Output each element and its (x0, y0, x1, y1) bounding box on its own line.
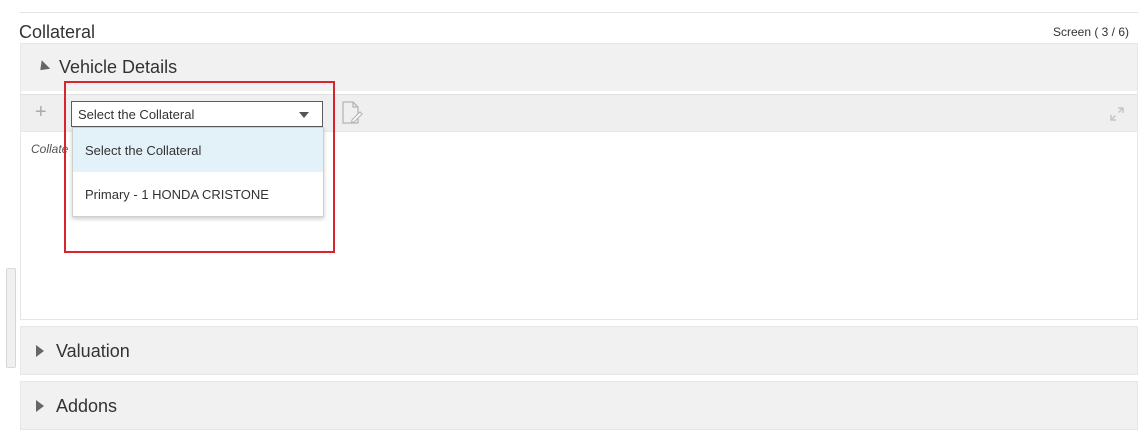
dropdown-option-primary-honda[interactable]: Primary - 1 HONDA CRISTONE (73, 172, 323, 216)
page-title: Collateral (19, 22, 96, 42)
collateral-select[interactable]: Select the Collateral (71, 101, 323, 127)
valuation-header[interactable]: Valuation (21, 327, 1137, 375)
document-edit-icon[interactable] (341, 101, 363, 130)
collateral-page: Collateral Screen ( 3 / 6) Vehicle Detai… (0, 0, 1143, 440)
screen-counter: Screen ( 3 / 6) (1052, 25, 1129, 39)
collapse-triangle-icon (36, 59, 51, 74)
valuation-section[interactable]: Valuation (20, 326, 1138, 375)
collateral-select-value: Select the Collateral (78, 106, 195, 122)
chevron-down-icon[interactable] (299, 112, 309, 118)
top-divider (20, 12, 1138, 13)
plus-icon[interactable]: + (35, 102, 47, 122)
collateral-field-label: Collate (31, 142, 69, 156)
expand-triangle-icon (36, 345, 44, 357)
addons-header[interactable]: Addons (21, 382, 1137, 430)
vehicle-details-header[interactable]: Vehicle Details (21, 44, 1137, 91)
expand-icon[interactable] (1109, 106, 1125, 127)
dropdown-option-select-collateral[interactable]: Select the Collateral (73, 128, 323, 172)
left-scrollbar[interactable] (6, 268, 16, 368)
addons-label: Addons (56, 395, 118, 416)
vehicle-details-label: Vehicle Details (59, 57, 178, 77)
addons-section[interactable]: Addons (20, 381, 1138, 430)
valuation-label: Valuation (56, 340, 130, 361)
collateral-dropdown-list: Select the Collateral Primary - 1 HONDA … (72, 127, 324, 217)
expand-triangle-icon (36, 400, 44, 412)
